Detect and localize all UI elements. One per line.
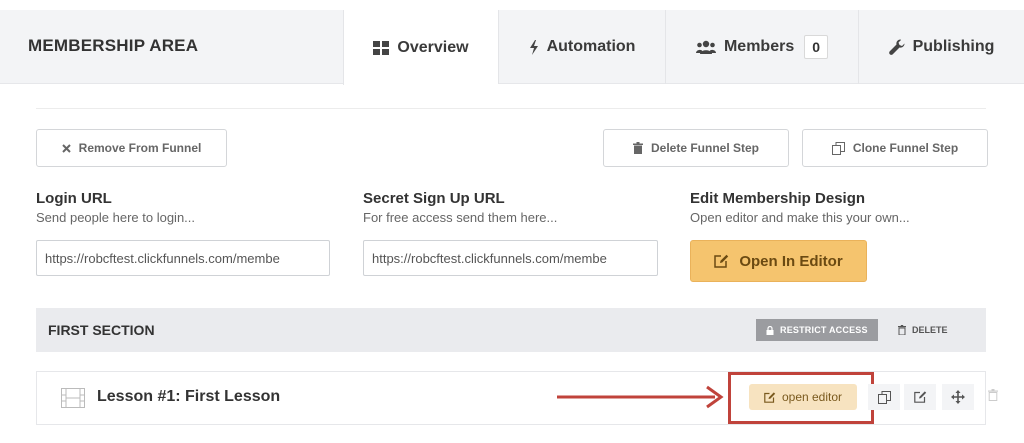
restrict-access-button[interactable]: RESTRICT ACCESS: [756, 319, 878, 341]
users-icon: [695, 40, 716, 54]
copy-icon: [877, 390, 891, 404]
copy-icon: [831, 141, 845, 155]
clone-funnel-step-label: Clone Funnel Step: [852, 141, 959, 155]
tab-members-label: Members: [723, 38, 795, 55]
open-in-editor-label: Open In Editor: [739, 252, 843, 270]
clone-funnel-step-button[interactable]: Clone Funnel Step: [802, 129, 988, 167]
annotation-arrow: [557, 385, 724, 409]
login-url-title: Login URL: [36, 190, 112, 207]
trash-icon: [632, 142, 643, 154]
delete-section-button[interactable]: DELETE: [898, 319, 948, 341]
signup-url-input[interactable]: [363, 240, 658, 276]
open-in-editor-button[interactable]: Open In Editor: [690, 240, 867, 282]
lesson-delete-icon[interactable]: [988, 389, 998, 401]
edit-design-subtitle: Open editor and make this your own...: [690, 210, 910, 225]
signup-url-title: Secret Sign Up URL: [363, 190, 505, 207]
tab-automation[interactable]: Automation: [498, 10, 665, 84]
grid-icon: [373, 40, 390, 55]
tab-members[interactable]: Members 0: [665, 10, 858, 84]
film-icon: [61, 388, 85, 408]
lesson-copy-button[interactable]: [868, 384, 900, 410]
remove-from-funnel-label: Remove From Funnel: [78, 141, 202, 155]
bolt-icon: [529, 39, 539, 55]
signup-url-subtitle: For free access send them here...: [363, 210, 558, 225]
restrict-access-label: RESTRICT ACCESS: [780, 325, 868, 335]
delete-section-label: DELETE: [912, 325, 948, 335]
lesson-title: Lesson #1: First Lesson: [97, 388, 281, 405]
lesson-open-editor-button[interactable]: open editor: [749, 384, 857, 410]
edit-icon: [764, 391, 776, 403]
close-icon: [61, 143, 71, 153]
section-header: FIRST SECTION RESTRICT ACCESS DELETE: [36, 308, 986, 352]
tab-overview-label: Overview: [397, 38, 469, 56]
edit-design-title: Edit Membership Design: [690, 190, 866, 207]
move-icon: [951, 390, 965, 404]
login-url-input[interactable]: [36, 240, 330, 276]
edit-icon: [714, 254, 729, 268]
trash-icon: [898, 325, 906, 335]
delete-funnel-step-button[interactable]: Delete Funnel Step: [603, 129, 789, 167]
tab-overview[interactable]: Overview: [343, 10, 498, 85]
tab-publishing-label: Publishing: [912, 38, 995, 55]
lock-icon: [766, 325, 774, 335]
lesson-move-button[interactable]: [942, 384, 974, 410]
section-title: FIRST SECTION: [48, 322, 155, 338]
members-count-badge: 0: [804, 35, 829, 59]
login-url-subtitle: Send people here to login...: [36, 210, 196, 225]
wrench-icon: [888, 39, 905, 55]
header-bar: MEMBERSHIP AREA Overview Automation Memb…: [0, 10, 1024, 85]
lesson-open-editor-label: open editor: [781, 390, 843, 404]
delete-funnel-step-label: Delete Funnel Step: [650, 141, 760, 155]
tab-publishing[interactable]: Publishing: [858, 10, 1024, 84]
lesson-edit-button[interactable]: [904, 384, 936, 410]
app-title: MEMBERSHIP AREA: [28, 36, 199, 55]
edit-icon: [913, 391, 927, 403]
remove-from-funnel-button[interactable]: Remove From Funnel: [36, 129, 227, 167]
divider: [36, 108, 986, 109]
tab-automation-label: Automation: [546, 38, 636, 55]
